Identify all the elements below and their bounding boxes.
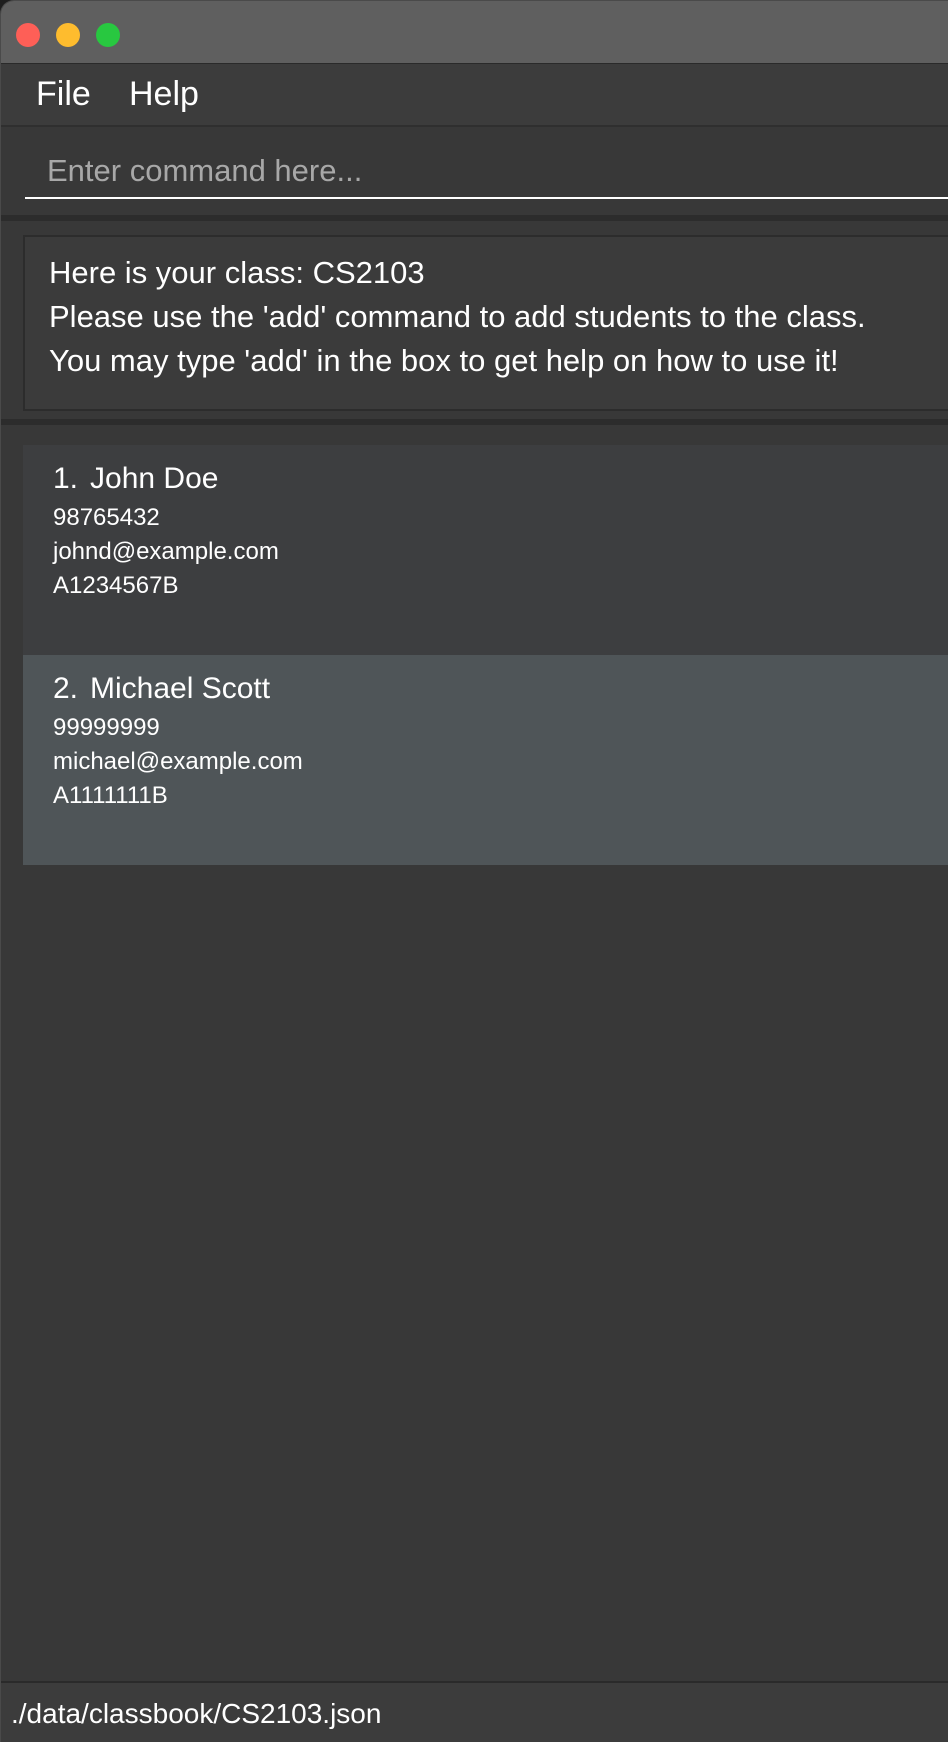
student-list[interactable]: 1. John Doe 98765432 johnd@example.com A1… [1, 431, 948, 1681]
status-bar: ./data/classbook/CS2103.json [1, 1681, 948, 1742]
student-name: John Doe [90, 462, 219, 495]
command-box [1, 129, 948, 221]
result-line: Please use the 'add' command to add stud… [49, 299, 866, 334]
student-index: 2. [53, 672, 79, 705]
save-file-path: ./data/classbook/CS2103.json [11, 1698, 382, 1729]
student-email: michael@example.com [53, 748, 303, 775]
student-index: 1. [53, 462, 79, 495]
student-title: 2. Michael Scott [53, 669, 948, 709]
result-line: You may type 'add' in the box to get hel… [49, 343, 839, 378]
student-card[interactable]: 1. John Doe 98765432 johnd@example.com A1… [23, 445, 948, 655]
result-line: Here is your class: CS2103 [49, 255, 425, 290]
app-window: File Help Here is your class: CS2103 Ple… [0, 0, 948, 1742]
command-input[interactable] [25, 151, 948, 199]
student-phone: 99999999 [53, 714, 160, 741]
student-name: Michael Scott [90, 672, 271, 705]
close-window-button[interactable] [16, 23, 40, 47]
result-display: Here is your class: CS2103 Please use th… [23, 235, 948, 411]
student-id: A1111111B [53, 782, 168, 809]
title-bar [1, 1, 948, 64]
menu-file[interactable]: File [36, 74, 91, 114]
student-title: 1. John Doe [53, 459, 948, 499]
student-card-selected[interactable]: 2. Michael Scott 99999999 michael@example… [23, 655, 948, 865]
menu-bar: File Help [1, 64, 948, 127]
student-id: A1234567B [53, 572, 179, 599]
menu-help[interactable]: Help [129, 74, 199, 114]
maximize-window-button[interactable] [96, 23, 120, 47]
student-email: johnd@example.com [53, 538, 279, 565]
minimize-window-button[interactable] [56, 23, 80, 47]
result-display-panel: Here is your class: CS2103 Please use th… [1, 223, 948, 425]
student-phone: 98765432 [53, 504, 160, 531]
